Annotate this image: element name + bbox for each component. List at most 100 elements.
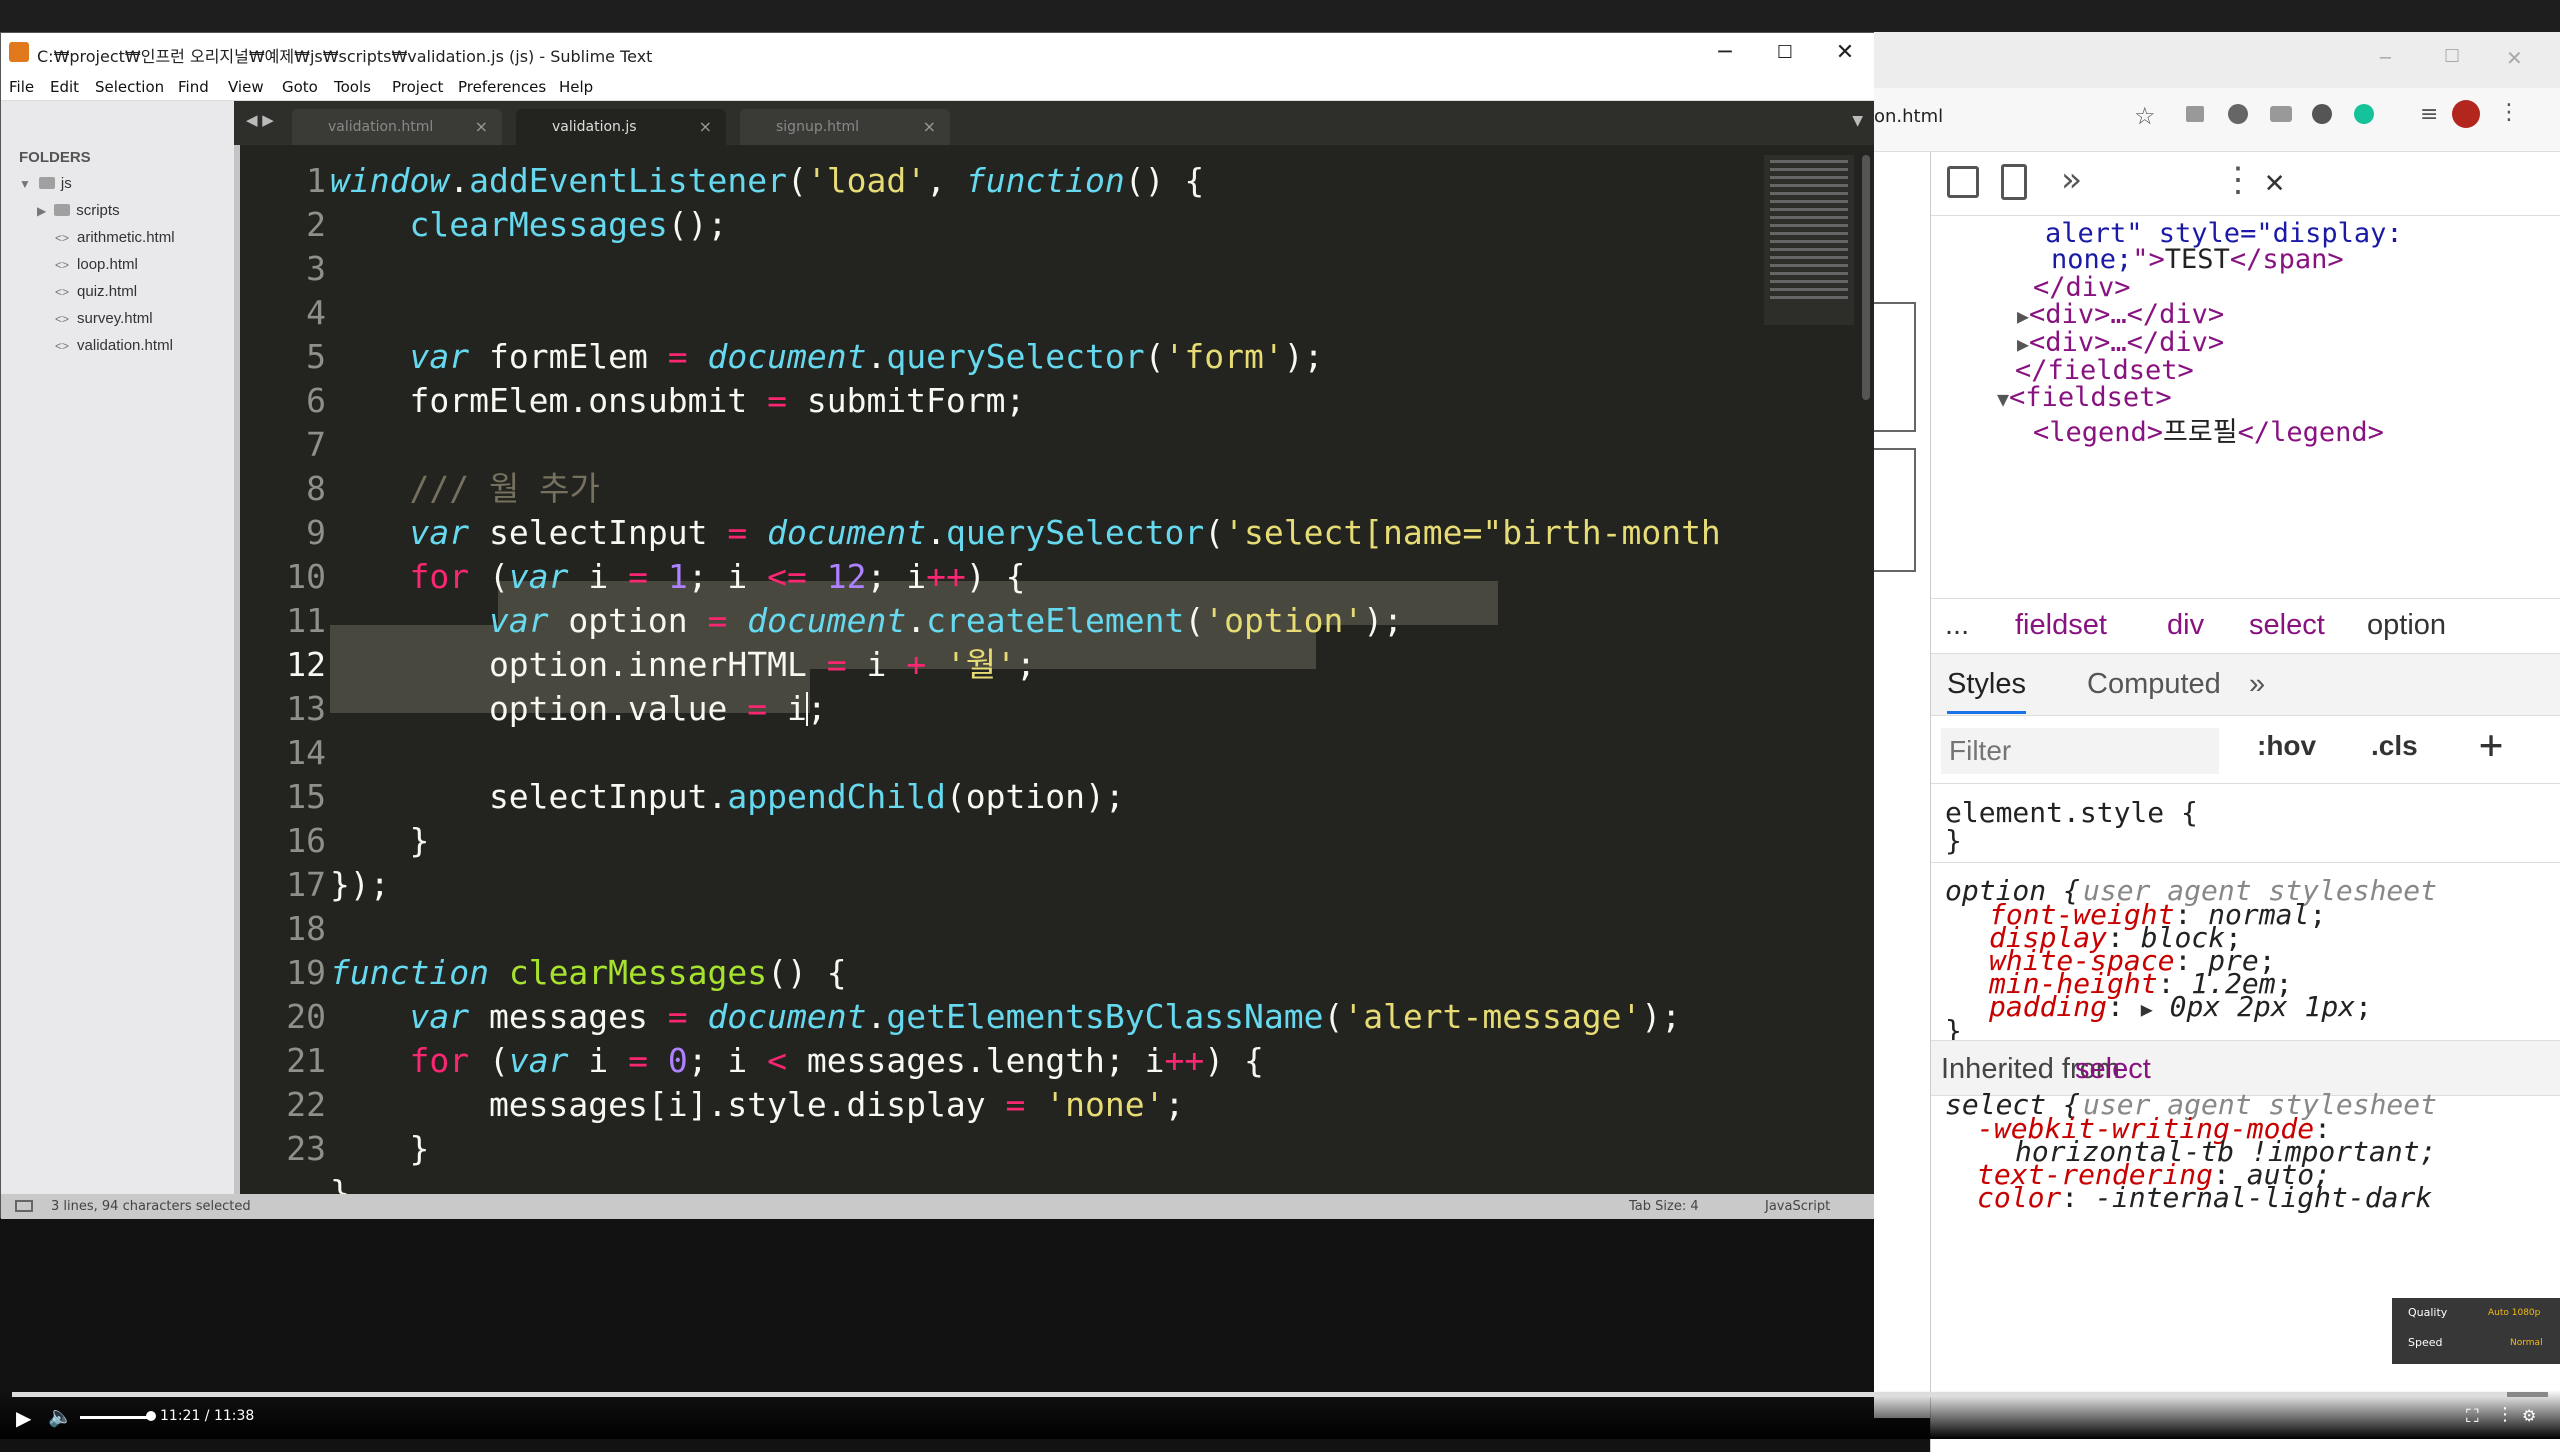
tab-styles[interactable]: Styles: [1947, 668, 2026, 714]
close-devtools-icon[interactable]: ✕: [2265, 162, 2284, 200]
minimize-icon[interactable]: ─: [2380, 48, 2391, 69]
file-item[interactable]: <> arithmetic.html: [55, 229, 175, 246]
avatar[interactable]: [2452, 100, 2480, 128]
expand-triangle-icon[interactable]: ▶: [2017, 304, 2029, 328]
minimize-button[interactable]: ─: [1695, 33, 1755, 73]
syntax-status[interactable]: JavaScript: [1765, 1199, 1830, 1214]
tab-close-icon[interactable]: ×: [699, 117, 712, 136]
breadcrumb-div[interactable]: div: [2167, 609, 2204, 642]
close-icon[interactable]: ✕: [2506, 46, 2523, 70]
close-button[interactable]: ✕: [1815, 33, 1875, 73]
extension-icon[interactable]: [2186, 106, 2204, 122]
file-item[interactable]: <> survey.html: [55, 310, 153, 327]
expand-triangle-icon[interactable]: ▶: [2141, 997, 2153, 1021]
address-bar[interactable]: on.html ☆ ≡ ⋮: [1874, 88, 2560, 152]
dom-node[interactable]: <legend>프로필</legend>: [2033, 410, 2384, 449]
pinterest-icon[interactable]: [2312, 104, 2332, 124]
panel-toggle-icon[interactable]: [15, 1200, 33, 1212]
tab-nav-arrows-icon[interactable]: ◀ ▶: [246, 111, 274, 129]
line-number: 23: [286, 1129, 326, 1168]
more-tabs-icon[interactable]: »: [2249, 668, 2265, 701]
breadcrumb-fieldset[interactable]: fieldset: [2015, 609, 2107, 642]
fullscreen-icon[interactable]: ⛶: [2466, 1406, 2479, 1427]
maximize-icon[interactable]: ☐: [2444, 46, 2460, 67]
line-number: 2: [306, 205, 326, 244]
filter-row: :hov .cls +: [1931, 716, 2560, 784]
settings-icon[interactable]: ⚙: [2522, 1406, 2536, 1425]
line-number: 16: [286, 821, 326, 860]
dom-node[interactable]: ▶<div>…</div>: [2017, 327, 2224, 358]
menu-tools[interactable]: Tools: [334, 78, 371, 96]
menu-project[interactable]: Project: [392, 78, 443, 96]
inspect-element-icon[interactable]: [1947, 166, 1979, 198]
grammarly-icon[interactable]: [2354, 104, 2374, 124]
volume-knob[interactable]: [146, 1411, 156, 1421]
extension-icon[interactable]: [2228, 104, 2248, 124]
file-item[interactable]: <> quiz.html: [55, 283, 137, 300]
dom-node[interactable]: none;">TEST</span>: [2051, 244, 2344, 275]
minimap[interactable]: [1764, 155, 1854, 325]
tab-close-icon[interactable]: ×: [475, 117, 488, 136]
tab-validation-html[interactable]: validation.html ×: [292, 109, 502, 145]
tab-size-status[interactable]: Tab Size: 4: [1629, 1199, 1699, 1214]
tab-computed[interactable]: Computed: [2087, 668, 2221, 701]
tab-signup-html[interactable]: signup.html ×: [740, 109, 950, 145]
style-property[interactable]: padding: ▶ 0px 2px 1px;: [1989, 990, 2372, 1023]
collapse-triangle-icon[interactable]: ▼: [1997, 387, 2009, 411]
code-line: for (var i = 0; i < messages.length; i++…: [409, 1041, 1264, 1080]
menu-preferences[interactable]: Preferences: [458, 78, 546, 96]
menu-view[interactable]: View: [228, 78, 264, 96]
more-panels-icon[interactable]: »: [2061, 160, 2081, 200]
menu-edit[interactable]: Edit: [50, 78, 79, 96]
devtools-menu-icon[interactable]: ⋮: [2221, 160, 2255, 200]
menu-goto[interactable]: Goto: [282, 78, 318, 96]
quality-overlay[interactable]: Quality Auto 1080p Speed Normal: [2392, 1298, 2560, 1364]
line-number: 9: [306, 513, 326, 552]
maximize-button[interactable]: ☐: [1755, 33, 1815, 73]
menu-find[interactable]: Find: [178, 78, 209, 96]
media-icon[interactable]: ≡: [2420, 102, 2438, 127]
device-toggle-icon[interactable]: [2001, 164, 2027, 200]
menu-file[interactable]: File: [9, 78, 34, 96]
file-item[interactable]: <> loop.html: [55, 256, 138, 273]
video-controls: ▶ 🔈 11:21 / 11:38 ⛶ ⋮ ⚙: [0, 1390, 2560, 1439]
more-icon[interactable]: ⋮: [2496, 1404, 2514, 1425]
breadcrumb-option[interactable]: option: [2367, 609, 2446, 642]
extension-icon[interactable]: [2270, 106, 2292, 122]
code-editor[interactable]: 1 2 3 4 5 6 7 8 9 10 11 12 13 14 15 16 17 18 19 20 21 22 23 wi…: [234, 145, 1875, 1194]
line-number: 13: [286, 689, 326, 728]
styles-filter-input[interactable]: [1941, 728, 2219, 774]
line-number: 17: [286, 865, 326, 904]
expand-triangle-icon[interactable]: ▶: [2017, 332, 2029, 356]
inherited-link[interactable]: select: [2075, 1053, 2151, 1086]
sublime-app-icon: [9, 42, 29, 62]
dom-node[interactable]: ▼<fieldset>: [1997, 382, 2172, 413]
menu-dots-icon[interactable]: ⋮: [2498, 100, 2520, 125]
element-style-rule[interactable]: element.style {: [1945, 796, 2198, 829]
menu-selection[interactable]: Selection: [95, 78, 164, 96]
breadcrumb-more[interactable]: ...: [1945, 609, 1969, 642]
style-property[interactable]: color: -internal-light-dark: [1977, 1181, 2432, 1214]
file-item[interactable]: <> validation.html: [55, 337, 173, 354]
menu-help[interactable]: Help: [559, 78, 593, 96]
folder-js[interactable]: ▼ js: [19, 175, 72, 192]
tab-validation-js[interactable]: validation.js ×: [516, 109, 726, 145]
volume-slider[interactable]: [80, 1416, 152, 1419]
play-icon[interactable]: ▶: [16, 1406, 31, 1430]
vertical-scrollbar[interactable]: [1862, 155, 1870, 400]
folder-scripts[interactable]: ▶ scripts: [37, 202, 120, 219]
star-icon[interactable]: ☆: [2134, 102, 2156, 130]
chrome-tab-strip: ─ ☐ ✕: [1874, 32, 2560, 88]
tab-close-icon[interactable]: ×: [923, 117, 936, 136]
devtools-toolbar: » ⋮ ✕: [1931, 152, 2560, 216]
code-file-icon: <>: [55, 258, 70, 272]
url-text[interactable]: on.html: [1874, 106, 1943, 127]
new-rule-button[interactable]: +: [2479, 722, 2503, 768]
breadcrumb-select[interactable]: select: [2249, 609, 2325, 642]
tab-dropdown-icon[interactable]: ▼: [1852, 113, 1863, 129]
volume-icon[interactable]: 🔈: [48, 1404, 73, 1428]
video-progress-bar[interactable]: [12, 1392, 2548, 1397]
dom-node[interactable]: ▶<div>…</div>: [2017, 299, 2224, 330]
cls-toggle[interactable]: .cls: [2371, 730, 2418, 762]
hov-toggle[interactable]: :hov: [2257, 730, 2316, 762]
